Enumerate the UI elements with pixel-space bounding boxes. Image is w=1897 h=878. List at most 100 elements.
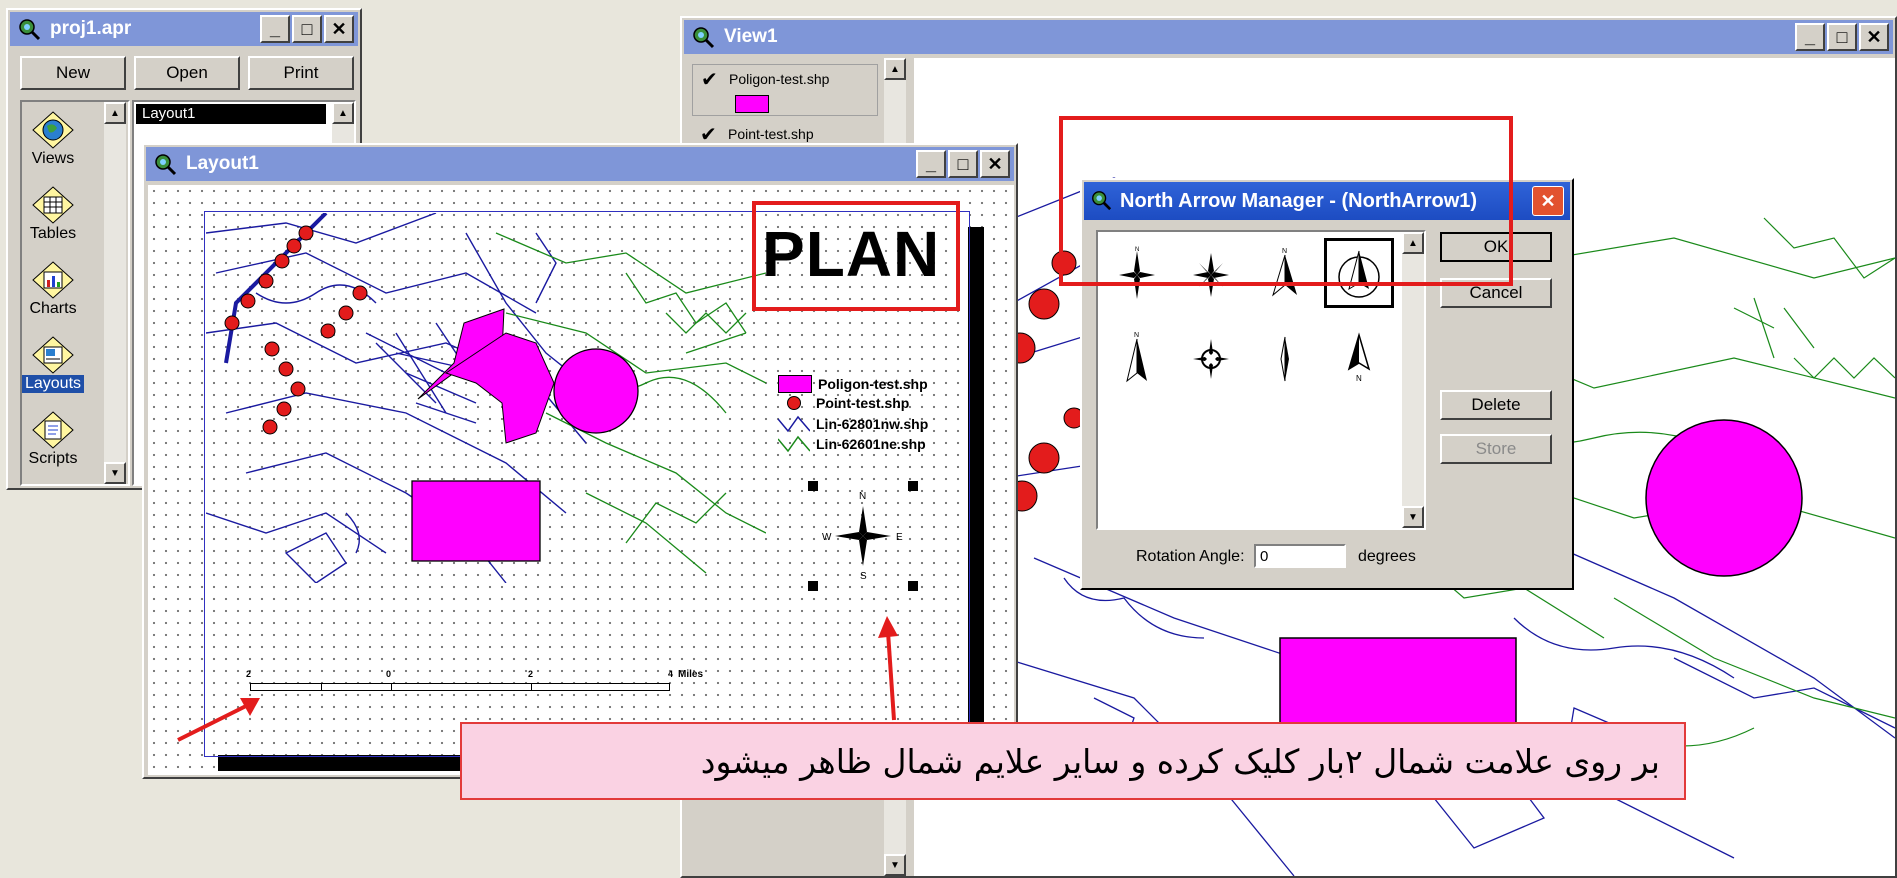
doc-type-views[interactable]: Views — [22, 110, 84, 168]
compass-letter-n: N — [859, 491, 867, 502]
close-button[interactable]: ✕ — [980, 150, 1010, 178]
doc-type-label: Charts — [29, 300, 77, 317]
legend-label: Poligon-test.shp — [818, 376, 928, 392]
line-symbol-green — [778, 435, 810, 453]
scale-tick-label: 2 — [246, 669, 252, 679]
new-button[interactable]: New — [20, 56, 126, 90]
arcview-app-icon — [16, 16, 42, 42]
highlight-box-arrow-gallery — [1059, 116, 1513, 286]
scroll-up-button[interactable]: ▲ — [332, 102, 354, 124]
svg-text:N: N — [1134, 332, 1139, 339]
line-symbol-blue — [778, 415, 810, 433]
legend-item: Lin-62601ne.shp — [778, 435, 926, 453]
scale-tick-label: 4 — [668, 669, 674, 679]
compass-letter-e: E — [896, 532, 903, 543]
red-pointer-arrow — [177, 698, 260, 742]
red-pointer-arrow — [878, 616, 898, 721]
north-arrow-icon: N — [1126, 332, 1147, 383]
scroll-down-button[interactable]: ▼ — [104, 462, 126, 484]
rotation-angle-label: Rotation Angle: — [1136, 548, 1245, 565]
globe-icon — [31, 110, 75, 150]
list-item[interactable]: Layout1 — [136, 104, 326, 124]
layout-north-arrow[interactable]: N S W E — [808, 481, 918, 591]
doc-type-scripts[interactable]: Scripts — [22, 410, 84, 468]
scroll-down-button[interactable]: ▼ — [1402, 506, 1424, 528]
scale-bar-graphic — [250, 683, 670, 691]
close-button[interactable]: ✕ — [1532, 186, 1564, 216]
doc-type-layouts[interactable]: Layouts — [22, 335, 84, 393]
scroll-up-button[interactable]: ▲ — [884, 58, 906, 80]
selection-handle[interactable] — [808, 481, 818, 491]
scroll-down-button[interactable]: ▼ — [884, 854, 906, 876]
open-button[interactable]: Open — [134, 56, 240, 90]
toc-layer-name: Point-test.shp — [728, 126, 814, 142]
doc-type-charts[interactable]: Charts — [22, 260, 84, 318]
compass-letter-w: W — [822, 532, 832, 543]
highlight-box-plan — [752, 201, 960, 311]
doc-type-panel: Views Tables Charts Layouts Scripts ▲ ▼ — [20, 100, 130, 486]
north-arrow-icon: N — [1347, 332, 1371, 383]
arcview-app-icon — [690, 24, 716, 50]
layout-titlebar[interactable]: Layout1 _ □ ✕ — [146, 147, 1014, 181]
rotation-units-label: degrees — [1358, 548, 1416, 565]
map-magenta-circle — [1645, 419, 1803, 577]
rotation-angle-input[interactable] — [1254, 544, 1346, 568]
doc-type-label: Tables — [29, 225, 77, 242]
close-button[interactable]: ✕ — [324, 15, 354, 43]
check-icon[interactable]: ✔ — [701, 67, 718, 92]
selection-handle[interactable] — [908, 481, 918, 491]
layout-legend[interactable]: Poligon-test.shp Point-test.shp Lin-6280… — [778, 375, 968, 465]
polygon-swatch — [735, 95, 769, 113]
doc-type-scrollbar[interactable]: ▲ ▼ — [104, 102, 126, 484]
legend-item: Poligon-test.shp — [778, 375, 928, 393]
toc-entry[interactable]: ✔ Poligon-test.shp — [692, 64, 878, 116]
tutorial-caption: بر روی علامت شمال ۲بار کلیک کرده و سایر … — [460, 722, 1686, 800]
legend-label: Lin-62801nw.shp — [816, 416, 929, 432]
scale-units-label: Miles — [678, 669, 704, 680]
north-arrow-style-7[interactable] — [1250, 322, 1320, 392]
compass-star-icon — [835, 506, 891, 566]
doc-type-tables[interactable]: Tables — [22, 185, 84, 243]
minimize-button[interactable]: _ — [916, 150, 946, 178]
project-titlebar[interactable]: proj1.apr _ □ ✕ — [10, 12, 358, 46]
toc-layer-name: Poligon-test.shp — [729, 71, 830, 87]
point-symbol — [778, 395, 810, 411]
doc-type-label: Scripts — [28, 450, 78, 467]
north-arrow-style-5[interactable]: N — [1102, 322, 1172, 392]
print-button[interactable]: Print — [248, 56, 354, 90]
svg-text:N: N — [1356, 374, 1362, 383]
layout-map-frame — [206, 213, 766, 583]
window-title: View1 — [724, 26, 778, 47]
maximize-button[interactable]: □ — [948, 150, 978, 178]
legend-item: Lin-62801nw.shp — [778, 415, 928, 433]
north-arrow-style-8[interactable]: N — [1324, 322, 1394, 392]
legend-label: Point-test.shp — [816, 395, 910, 411]
north-arrow-style-6[interactable] — [1176, 322, 1246, 392]
polygon-symbol — [778, 375, 812, 393]
scale-tick-label: 2 — [528, 669, 534, 679]
compass-letter-s: S — [860, 571, 867, 582]
minimize-button[interactable]: _ — [260, 15, 290, 43]
legend-item: Point-test.shp — [778, 395, 909, 411]
doc-type-label: Layouts — [22, 375, 84, 393]
scroll-up-button[interactable]: ▲ — [104, 102, 126, 124]
maximize-button[interactable]: □ — [292, 15, 322, 43]
window-title: Layout1 — [186, 153, 259, 174]
table-icon — [31, 185, 75, 225]
delete-button[interactable]: Delete — [1440, 390, 1552, 420]
layout-scalebar[interactable]: 2 0 2 4 Miles — [246, 665, 703, 705]
store-button[interactable]: Store — [1440, 434, 1552, 464]
window-title: proj1.apr — [50, 18, 132, 39]
chart-icon — [31, 260, 75, 300]
compass-rose-icon — [1193, 339, 1229, 379]
script-icon — [31, 410, 75, 450]
maximize-button[interactable]: □ — [1827, 23, 1857, 51]
minimize-button[interactable]: _ — [1795, 23, 1825, 51]
doc-type-label: Views — [31, 150, 75, 167]
selection-handle[interactable] — [908, 581, 918, 591]
page-shadow-right — [968, 227, 984, 773]
view-titlebar[interactable]: View1 _ □ ✕ — [684, 20, 1893, 54]
close-button[interactable]: ✕ — [1859, 23, 1889, 51]
layout-icon — [31, 335, 75, 375]
selection-handle[interactable] — [808, 581, 818, 591]
